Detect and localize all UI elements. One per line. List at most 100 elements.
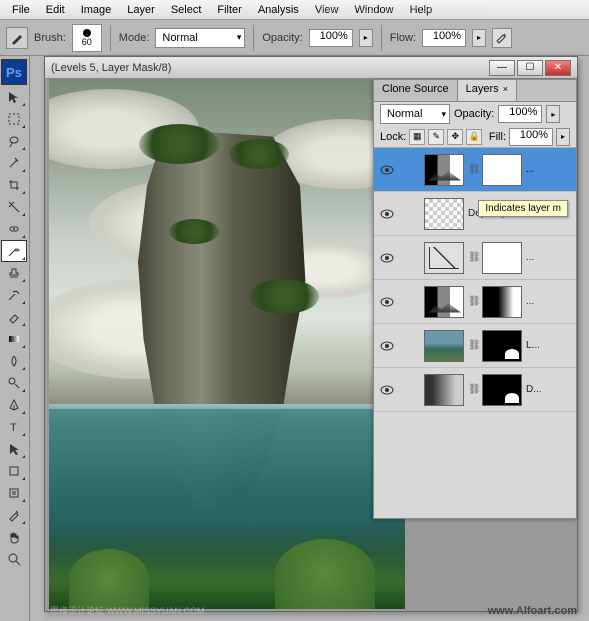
opacity-label: Opacity: bbox=[262, 32, 302, 44]
fill-input[interactable]: 100% bbox=[509, 128, 553, 146]
layer-row[interactable]: ⛓ D... bbox=[374, 368, 576, 412]
toolbox: Ps T bbox=[0, 56, 30, 621]
layer-thumb[interactable] bbox=[424, 374, 464, 406]
vegetation-icon bbox=[139, 124, 219, 164]
menu-file[interactable]: File bbox=[4, 2, 38, 18]
magic-wand-tool[interactable] bbox=[1, 152, 27, 174]
fill-stepper[interactable]: ▸ bbox=[556, 128, 570, 146]
brush-size: 60 bbox=[82, 37, 92, 47]
document-area: (Levels 5, Layer Mask/8) — ☐ ✕ bbox=[30, 56, 589, 621]
link-icon[interactable]: ⛓ bbox=[468, 252, 478, 263]
lock-pixels-icon[interactable]: ✎ bbox=[428, 129, 444, 145]
opacity-input[interactable]: 100% bbox=[309, 29, 353, 47]
layer-name[interactable]: L... bbox=[526, 340, 540, 351]
document-title: (Levels 5, Layer Mask/8) bbox=[51, 62, 489, 74]
layer-mask-thumb[interactable] bbox=[482, 242, 522, 274]
lock-position-icon[interactable]: ✥ bbox=[447, 129, 463, 145]
flow-input[interactable]: 100% bbox=[422, 29, 466, 47]
layer-mask-thumb[interactable] bbox=[482, 154, 522, 186]
document-window: (Levels 5, Layer Mask/8) — ☐ ✕ bbox=[44, 56, 578, 612]
lock-transparency-icon[interactable]: ▦ bbox=[409, 129, 425, 145]
layer-name[interactable]: ... bbox=[526, 252, 534, 263]
layer-thumb[interactable] bbox=[424, 154, 464, 186]
layer-row[interactable]: ⛓ ... bbox=[374, 148, 576, 192]
crop-tool[interactable] bbox=[1, 174, 27, 196]
blend-mode-select[interactable]: Normal bbox=[155, 28, 245, 48]
layer-opacity-label: Opacity: bbox=[454, 108, 494, 120]
separator bbox=[110, 25, 111, 51]
tool-preset-picker[interactable] bbox=[6, 27, 28, 49]
layer-thumb[interactable] bbox=[424, 286, 464, 318]
layer-row[interactable]: ⛓ ... bbox=[374, 280, 576, 324]
layer-thumb[interactable] bbox=[424, 198, 464, 230]
type-tool[interactable]: T bbox=[1, 416, 27, 438]
opacity-stepper[interactable]: ▸ bbox=[359, 29, 373, 47]
layer-mask-thumb[interactable] bbox=[482, 286, 522, 318]
link-icon[interactable]: ⛓ bbox=[468, 164, 478, 175]
visibility-toggle[interactable] bbox=[378, 337, 396, 355]
lock-row: Lock: ▦ ✎ ✥ 🔒 Fill: 100% ▸ bbox=[374, 126, 576, 148]
gradient-tool[interactable] bbox=[1, 328, 27, 350]
visibility-toggle[interactable] bbox=[378, 161, 396, 179]
menu-filter[interactable]: Filter bbox=[209, 2, 249, 18]
visibility-toggle[interactable] bbox=[378, 293, 396, 311]
shape-tool[interactable] bbox=[1, 460, 27, 482]
layer-thumb[interactable] bbox=[424, 330, 464, 362]
hand-tool[interactable] bbox=[1, 526, 27, 548]
layer-name[interactable]: ... bbox=[526, 164, 534, 175]
layer-name[interactable]: D... bbox=[526, 384, 542, 395]
menu-select[interactable]: Select bbox=[163, 2, 210, 18]
layer-name[interactable]: ... bbox=[526, 296, 534, 307]
document-titlebar[interactable]: (Levels 5, Layer Mask/8) — ☐ ✕ bbox=[45, 57, 577, 79]
maximize-button[interactable]: ☐ bbox=[517, 60, 543, 76]
eyedropper-tool[interactable] bbox=[1, 504, 27, 526]
flow-stepper[interactable]: ▸ bbox=[472, 29, 486, 47]
slice-tool[interactable] bbox=[1, 196, 27, 218]
minimize-button[interactable]: — bbox=[489, 60, 515, 76]
layer-opacity-input[interactable]: 100% bbox=[498, 105, 542, 123]
layer-thumb[interactable] bbox=[424, 242, 464, 274]
menu-layer[interactable]: Layer bbox=[119, 2, 163, 18]
layer-blend-mode[interactable]: Normal bbox=[380, 104, 450, 124]
options-bar: Brush: 60 Mode: Normal Opacity: 100% ▸ F… bbox=[0, 20, 589, 56]
link-icon[interactable]: ⛓ bbox=[468, 384, 478, 395]
menu-image[interactable]: Image bbox=[73, 2, 120, 18]
history-brush-tool[interactable] bbox=[1, 284, 27, 306]
airbrush-toggle[interactable] bbox=[492, 28, 512, 48]
lock-all-icon[interactable]: 🔒 bbox=[466, 129, 482, 145]
close-tab-icon[interactable]: × bbox=[503, 84, 508, 94]
canvas[interactable] bbox=[49, 79, 405, 609]
blur-tool[interactable] bbox=[1, 350, 27, 372]
layer-mask-thumb[interactable] bbox=[482, 374, 522, 406]
close-button[interactable]: ✕ bbox=[545, 60, 571, 76]
zoom-tool[interactable] bbox=[1, 548, 27, 570]
visibility-toggle[interactable] bbox=[378, 381, 396, 399]
menu-analysis[interactable]: Analysis bbox=[250, 2, 307, 18]
stamp-tool[interactable] bbox=[1, 262, 27, 284]
layer-row[interactable]: ⛓ ... bbox=[374, 236, 576, 280]
opacity-stepper[interactable]: ▸ bbox=[546, 105, 560, 123]
brush-preset-picker[interactable]: 60 bbox=[72, 24, 102, 52]
eraser-tool[interactable] bbox=[1, 306, 27, 328]
menu-bar: File Edit Image Layer Select Filter Anal… bbox=[0, 0, 589, 20]
tab-layers[interactable]: Layers× bbox=[458, 80, 517, 101]
marquee-tool[interactable] bbox=[1, 108, 27, 130]
visibility-toggle[interactable] bbox=[378, 205, 396, 223]
healing-tool[interactable] bbox=[1, 218, 27, 240]
dodge-tool[interactable] bbox=[1, 372, 27, 394]
link-icon[interactable]: ⛓ bbox=[468, 340, 478, 351]
move-tool[interactable] bbox=[1, 86, 27, 108]
brush-tool[interactable] bbox=[1, 240, 27, 262]
visibility-toggle[interactable] bbox=[378, 249, 396, 267]
layer-row[interactable]: ⛓ L... bbox=[374, 324, 576, 368]
path-select-tool[interactable] bbox=[1, 438, 27, 460]
lasso-tool[interactable] bbox=[1, 130, 27, 152]
vegetation-icon bbox=[229, 139, 289, 169]
link-icon[interactable]: ⛓ bbox=[468, 296, 478, 307]
menu-edit[interactable]: Edit bbox=[38, 2, 73, 18]
pen-tool[interactable] bbox=[1, 394, 27, 416]
tab-clone-source[interactable]: Clone Source bbox=[374, 80, 458, 101]
layer-mask-thumb[interactable] bbox=[482, 330, 522, 362]
notes-tool[interactable] bbox=[1, 482, 27, 504]
fill-label: Fill: bbox=[489, 131, 506, 143]
